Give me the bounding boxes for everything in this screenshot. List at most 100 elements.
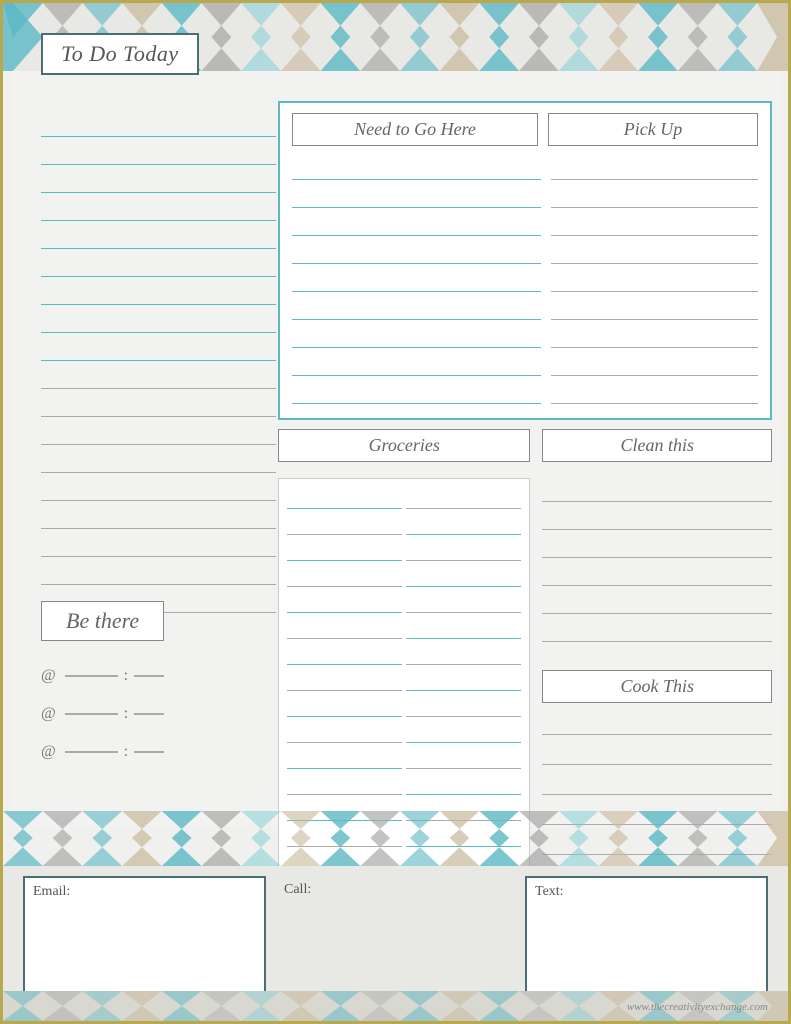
clean-line[interactable] [542, 506, 772, 530]
grocery-line[interactable] [406, 695, 521, 717]
groceries-label: Groceries [278, 429, 530, 462]
grocery-line[interactable] [406, 591, 521, 613]
todo-line[interactable] [41, 335, 276, 361]
at-line-2 [65, 713, 118, 715]
grocery-line[interactable] [406, 643, 521, 665]
clean-line[interactable] [542, 562, 772, 586]
go-line[interactable] [292, 324, 541, 348]
clean-line[interactable] [542, 618, 772, 642]
todo-line[interactable] [41, 195, 276, 221]
grocery-line[interactable] [406, 617, 521, 639]
pickup-line[interactable] [551, 156, 758, 180]
pickup-line[interactable] [551, 184, 758, 208]
page: To Do Today [0, 0, 791, 1024]
clean-this-label: Clean this [542, 429, 772, 462]
go-pickup-container: Need to Go Here Pick Up [278, 101, 772, 420]
grocery-line[interactable] [287, 565, 402, 587]
call-label: Call: [284, 882, 507, 898]
pickup-line[interactable] [551, 380, 758, 404]
be-there-box: Be there [41, 601, 164, 641]
watermark: www.thecreativityexchange.com [627, 1001, 768, 1013]
grocery-line[interactable] [287, 695, 402, 717]
todo-line[interactable] [41, 111, 276, 137]
go-line[interactable] [292, 156, 541, 180]
grocery-line[interactable] [287, 539, 402, 561]
bottom-section: Email: Call: Text: [3, 811, 788, 1021]
go-line[interactable] [292, 352, 541, 376]
at-row-1[interactable]: @ : [41, 661, 164, 691]
go-line[interactable] [292, 380, 541, 404]
grocery-line[interactable] [406, 565, 521, 587]
clean-lines [542, 478, 772, 646]
be-there-section: Be there @ : @ : @ : [41, 601, 164, 775]
at-line-short-1 [134, 675, 164, 677]
at-row-2[interactable]: @ : [41, 699, 164, 729]
grocery-line[interactable] [287, 643, 402, 665]
grocery-line[interactable] [287, 669, 402, 691]
todo-line[interactable] [41, 363, 276, 389]
todo-line[interactable] [41, 139, 276, 165]
colon-3: : [124, 743, 128, 761]
grocery-line[interactable] [287, 773, 402, 795]
pickup-line[interactable] [551, 240, 758, 264]
todo-lines [41, 111, 276, 613]
colon-1: : [124, 667, 128, 685]
go-pickup-header: Need to Go Here Pick Up [292, 113, 758, 146]
pickup-line[interactable] [551, 268, 758, 292]
grocery-line[interactable] [406, 747, 521, 769]
pickup-lines [551, 156, 758, 408]
pick-up-label: Pick Up [548, 113, 758, 146]
todo-line[interactable] [41, 167, 276, 193]
grocery-line[interactable] [406, 773, 521, 795]
at-symbol-2: @ [41, 705, 59, 723]
clean-line[interactable] [542, 534, 772, 558]
grocery-line[interactable] [287, 591, 402, 613]
pickup-line[interactable] [551, 212, 758, 236]
cook-this-label: Cook This [542, 670, 772, 703]
go-line[interactable] [292, 296, 541, 320]
grocery-line[interactable] [287, 487, 402, 509]
go-line[interactable] [292, 240, 541, 264]
grocery-line[interactable] [406, 487, 521, 509]
clean-line[interactable] [542, 590, 772, 614]
todo-line[interactable] [41, 531, 276, 557]
pickup-line[interactable] [551, 296, 758, 320]
go-line[interactable] [292, 184, 541, 208]
grocery-line[interactable] [287, 513, 402, 535]
todo-line[interactable] [41, 279, 276, 305]
go-line[interactable] [292, 268, 541, 292]
todo-line[interactable] [41, 223, 276, 249]
need-to-go-label: Need to Go Here [292, 113, 538, 146]
grocery-line[interactable] [287, 721, 402, 743]
grocery-line[interactable] [287, 617, 402, 639]
todo-today-box: To Do Today [41, 33, 199, 75]
at-line-short-3 [134, 751, 164, 753]
grocery-line[interactable] [406, 669, 521, 691]
grocery-line[interactable] [406, 539, 521, 561]
todo-line[interactable] [41, 559, 276, 585]
clean-line[interactable] [542, 478, 772, 502]
todo-line[interactable] [41, 391, 276, 417]
email-label: Email: [33, 884, 256, 900]
pickup-line[interactable] [551, 352, 758, 376]
cook-line[interactable] [542, 711, 772, 735]
todo-line[interactable] [41, 419, 276, 445]
grocery-line[interactable] [287, 747, 402, 769]
todo-line[interactable] [41, 251, 276, 277]
go-line[interactable] [292, 212, 541, 236]
pickup-line[interactable] [551, 324, 758, 348]
grocery-line[interactable] [406, 513, 521, 535]
todo-line[interactable] [41, 307, 276, 333]
todo-line[interactable] [41, 447, 276, 473]
todo-line[interactable] [41, 475, 276, 501]
grocery-line[interactable] [406, 721, 521, 743]
at-line-1 [65, 675, 118, 677]
left-todo-column [41, 111, 276, 615]
todo-line[interactable] [41, 503, 276, 529]
cook-line[interactable] [542, 741, 772, 765]
cook-line[interactable] [542, 771, 772, 795]
be-there-label: Be there [66, 608, 139, 633]
go-pickup-content [292, 156, 758, 408]
at-row-3[interactable]: @ : [41, 737, 164, 767]
at-symbol-1: @ [41, 667, 59, 685]
